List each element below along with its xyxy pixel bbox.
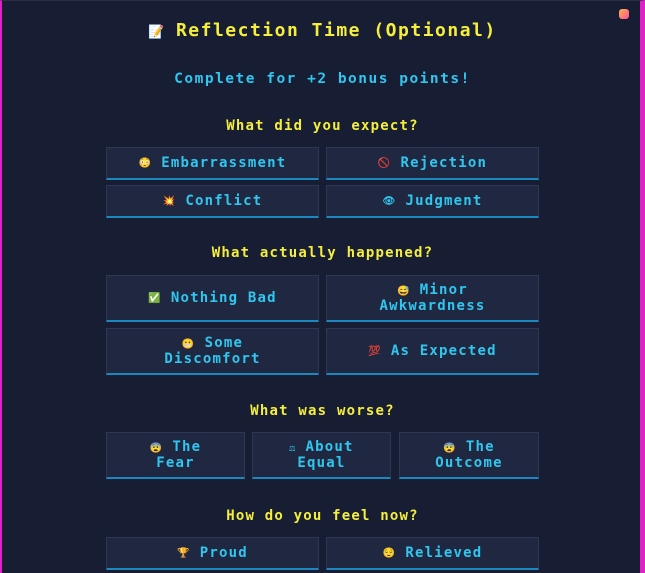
close-icon[interactable] bbox=[619, 9, 629, 19]
option-the-fear-button[interactable]: 😨 The Fear bbox=[106, 432, 245, 479]
memo-icon: 📝 bbox=[148, 25, 166, 40]
trophy-icon: 🏆 bbox=[177, 547, 191, 559]
question-feel: How do you feel now? bbox=[226, 508, 419, 524]
grimace-icon: 😬 bbox=[181, 338, 196, 350]
question-worse: What was worse? bbox=[250, 403, 395, 419]
option-minor-awkwardness-button[interactable]: 😅 Minor Awkwardness bbox=[326, 275, 539, 322]
option-some-discomfort-button[interactable]: 😬 Some Discomfort bbox=[106, 328, 319, 375]
question-expect: What did you expect? bbox=[226, 118, 419, 134]
collision-icon: 💥 bbox=[162, 195, 177, 207]
option-nothing-bad-button[interactable]: ✅ Nothing Bad bbox=[106, 275, 319, 322]
option-rejection-button[interactable]: 🚫 Rejection bbox=[326, 147, 539, 180]
eye-icon: 👁 bbox=[382, 195, 397, 207]
scales-icon: ⚖ bbox=[289, 442, 297, 454]
flushed-face-icon: 😳 bbox=[138, 157, 153, 169]
fearful-face-icon: 😨 bbox=[149, 442, 164, 454]
option-proud-button[interactable]: 🏆 Proud bbox=[106, 537, 319, 570]
option-the-outcome-button[interactable]: 😨 The Outcome bbox=[399, 432, 539, 479]
fearful-face-icon: 😨 bbox=[443, 442, 457, 454]
sweat-smile-icon: 😅 bbox=[397, 285, 411, 297]
no-entry-icon: 🚫 bbox=[377, 157, 392, 169]
option-judgment-button[interactable]: 👁 Judgment bbox=[326, 185, 539, 218]
option-relieved-button[interactable]: 😌 Relieved bbox=[326, 537, 539, 570]
page-title: 📝 Reflection Time (Optional) bbox=[148, 20, 497, 41]
check-mark-icon: ✅ bbox=[148, 292, 162, 304]
option-as-expected-button[interactable]: 💯 As Expected bbox=[326, 328, 539, 375]
option-embarrassment-button[interactable]: 😳 Embarrassment bbox=[106, 147, 319, 180]
question-happened: What actually happened? bbox=[211, 245, 434, 261]
option-conflict-button[interactable]: 💥 Conflict bbox=[106, 185, 319, 218]
option-about-equal-button[interactable]: ⚖ About Equal bbox=[252, 432, 391, 479]
relieved-face-icon: 😌 bbox=[382, 547, 397, 559]
hundred-icon: 💯 bbox=[368, 345, 382, 357]
bonus-subtitle: Complete for +2 bonus points! bbox=[174, 71, 471, 87]
